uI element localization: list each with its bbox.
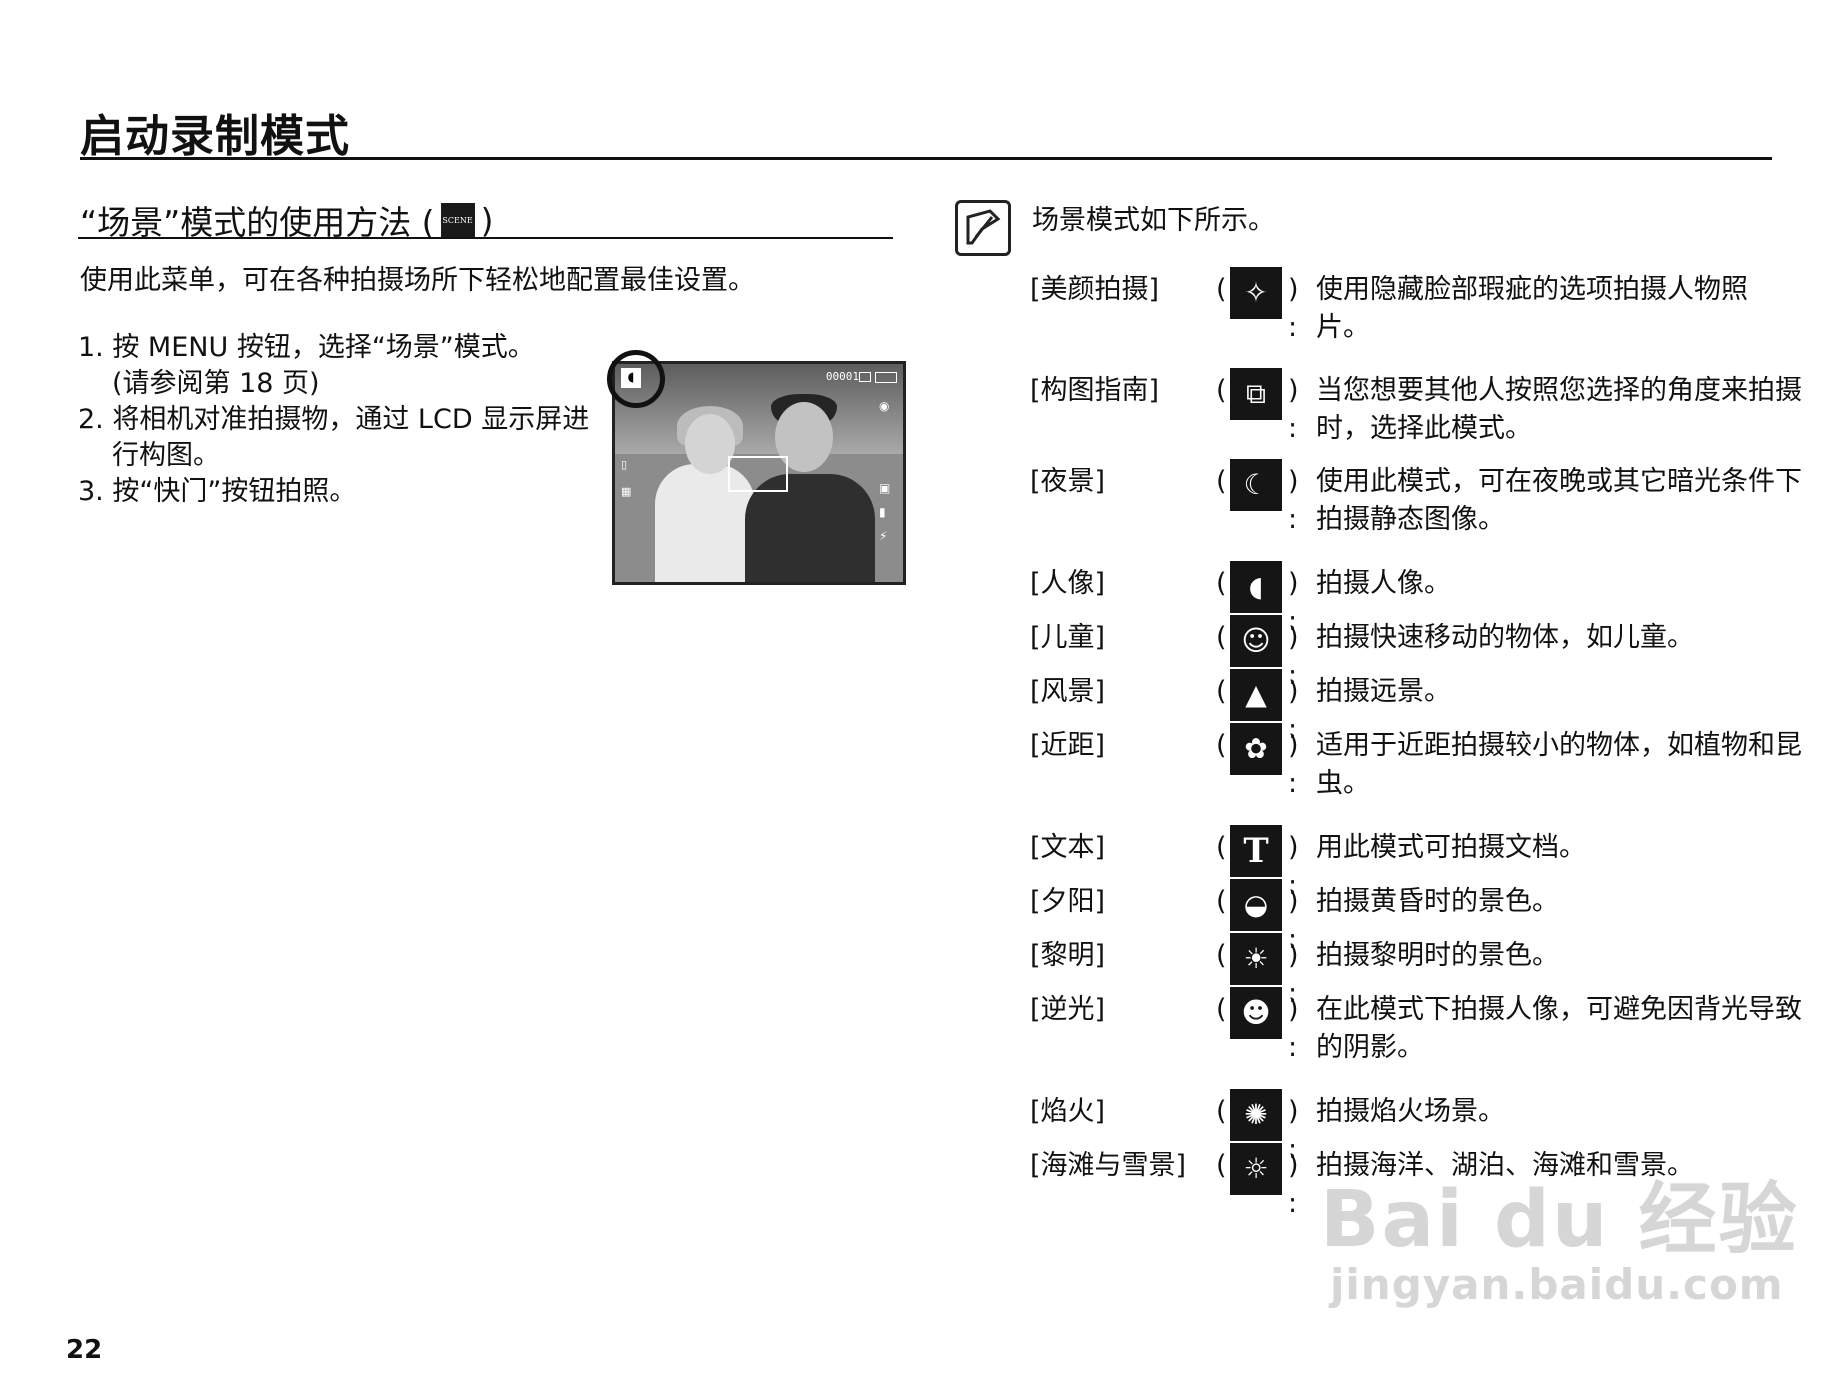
watermark-url: jingyan.baidu.com [1330, 1260, 1784, 1309]
flash-off-icon: ⚡ [879, 529, 888, 543]
mode-desc-line: 时，选择此模式。 [1316, 413, 1532, 444]
paren-close: ) : [1288, 1150, 1299, 1219]
fireworks-icon: ✺ [1230, 1089, 1282, 1141]
mode-name: [构图指南] [1030, 375, 1160, 406]
mode-desc: 拍摄黄昏时的景色。 [1316, 886, 1559, 917]
mode-name: [焰火] [1030, 1096, 1106, 1127]
beach-snow-icon: ☼ [1230, 1143, 1282, 1195]
mode-name: [夕阳] [1030, 886, 1106, 917]
mode-name: [夜景] [1030, 466, 1106, 497]
eye-icon: ◉ [879, 399, 890, 413]
paren-open: ( [1216, 466, 1227, 497]
page-title: 启动录制模式 [80, 111, 350, 162]
mode-name: [近距] [1030, 730, 1106, 761]
mode-desc: 在此模式下拍摄人像，可避免因背光导致 的阴影。 [1316, 991, 1816, 1067]
mode-desc-line: 适用于近距拍摄较小的物体，如植物和昆 [1316, 730, 1802, 761]
paren-open: ( [1216, 1150, 1227, 1181]
paren-open: ( [1216, 375, 1227, 406]
text-icon: T [1230, 825, 1282, 877]
mode-desc: 使用隐藏脸部瑕疵的选项拍摄人物照 片。 [1316, 271, 1816, 347]
mode-name: [风景] [1030, 676, 1106, 707]
mode-name: [黎明] [1030, 940, 1106, 971]
memory-icon [859, 372, 871, 382]
step-3: 3. 按“快门”按钮拍照。 [78, 476, 357, 507]
portrait-icon: ◖ [1230, 561, 1282, 613]
focus-frame [728, 456, 788, 492]
section-heading-close: ) [480, 200, 494, 240]
quality-icon: ▦ [621, 485, 632, 498]
baidu-watermark: Bai du 经验 jingyan.baidu.com [1320, 1180, 1799, 1309]
mode-name: [儿童] [1030, 622, 1106, 653]
mode-name: [人像] [1030, 568, 1106, 599]
step-1-note: (请参阅第 18 页) [112, 368, 320, 399]
paren-open: ( [1216, 1096, 1227, 1127]
paren-open: ( [1216, 676, 1227, 707]
mode-desc: 用此模式可拍摄文档。 [1316, 832, 1586, 863]
flash-icon: ▮ [879, 505, 886, 519]
backlight-icon: ☻ [1230, 987, 1282, 1039]
mode-desc: 拍摄人像。 [1316, 568, 1451, 599]
paren-open: ( [1216, 832, 1227, 863]
mode-name: [逆光] [1030, 994, 1106, 1025]
mode-name: [文本] [1030, 832, 1106, 863]
paren-open: ( [1216, 568, 1227, 599]
paren-close: ) : [1288, 274, 1299, 343]
mode-desc-line: 使用隐藏脸部瑕疵的选项拍摄人物照 [1316, 274, 1748, 305]
mode-desc-line: 当您想要其他人按照您选择的角度来拍摄 [1316, 375, 1802, 406]
paren-open: ( [1216, 730, 1227, 761]
landscape-icon: ▲ [1230, 669, 1282, 721]
mode-desc-line: 使用此模式，可在夜晚或其它暗光条件下 [1316, 466, 1802, 497]
mode-desc-line: 的阴影。 [1316, 1032, 1424, 1063]
mode-desc: 拍摄快速移动的物体，如儿童。 [1316, 622, 1694, 653]
dawn-icon: ☀ [1230, 933, 1282, 985]
paren-open: ( [1216, 940, 1227, 971]
battery-icon [875, 372, 897, 383]
note-icon [955, 200, 1011, 256]
face-detect-icon: ▣ [879, 481, 891, 495]
paren-close: ) : [1288, 730, 1299, 799]
mode-desc-line: 拍摄静态图像。 [1316, 504, 1505, 535]
mode-desc-line: 在此模式下拍摄人像，可避免因背光导致 [1316, 994, 1802, 1025]
mode-desc-line: 虫。 [1316, 768, 1370, 799]
section-divider [78, 237, 893, 239]
note-text: 场景模式如下所示。 [1032, 205, 1275, 236]
mode-desc: 拍摄焰火场景。 [1316, 1096, 1505, 1127]
paren-open: ( [1216, 274, 1227, 305]
paren-open: ( [1216, 994, 1227, 1025]
paren-close: ) : [1288, 466, 1299, 535]
beauty-shot-icon: ✧ [1230, 267, 1282, 319]
mode-desc: 适用于近距拍摄较小的物体，如植物和昆 虫。 [1316, 727, 1816, 803]
mode-desc: 当您想要其他人按照您选择的角度来拍摄 时，选择此模式。 [1316, 372, 1816, 448]
mode-name: [海滩与雪景] [1030, 1150, 1187, 1181]
sunset-icon: ◒ [1230, 879, 1282, 931]
paren-open: ( [1216, 886, 1227, 917]
section-intro: 使用此菜单，可在各种拍摄场所下轻松地配置最佳设置。 [80, 265, 755, 296]
size-icon: ▯ [621, 458, 628, 471]
mode-desc: 拍摄黎明时的景色。 [1316, 940, 1559, 971]
paren-open: ( [1216, 622, 1227, 653]
mode-desc: 使用此模式，可在夜晚或其它暗光条件下 拍摄静态图像。 [1316, 463, 1816, 539]
children-icon: ☺ [1230, 615, 1282, 667]
step-1: 1. 按 MENU 按钮，选择“场景”模式。 [78, 332, 535, 363]
mode-desc: 拍摄远景。 [1316, 676, 1451, 707]
step-2: 2. 将相机对准拍摄物，通过 LCD 显示屏进 [78, 404, 590, 435]
night-icon: ☾ [1230, 459, 1282, 511]
mode-name: [美颜拍摄] [1030, 274, 1160, 305]
page-number: 22 [66, 1335, 103, 1365]
lcd-shot-counter: 00001 [825, 370, 859, 383]
close-up-icon: ✿ [1230, 723, 1282, 775]
paren-close: ) : [1288, 994, 1299, 1063]
watermark-logo-text: Bai du 经验 [1320, 1175, 1799, 1265]
title-divider [80, 157, 1772, 160]
mode-highlight-circle [607, 350, 665, 408]
step-2-cont: 行构图。 [112, 440, 220, 471]
frame-guide-icon: ⧉ [1230, 368, 1282, 420]
mode-desc-line: 片。 [1316, 312, 1370, 343]
scene-mode-icon: SCENE [440, 203, 475, 237]
paren-close: ) : [1288, 375, 1299, 444]
